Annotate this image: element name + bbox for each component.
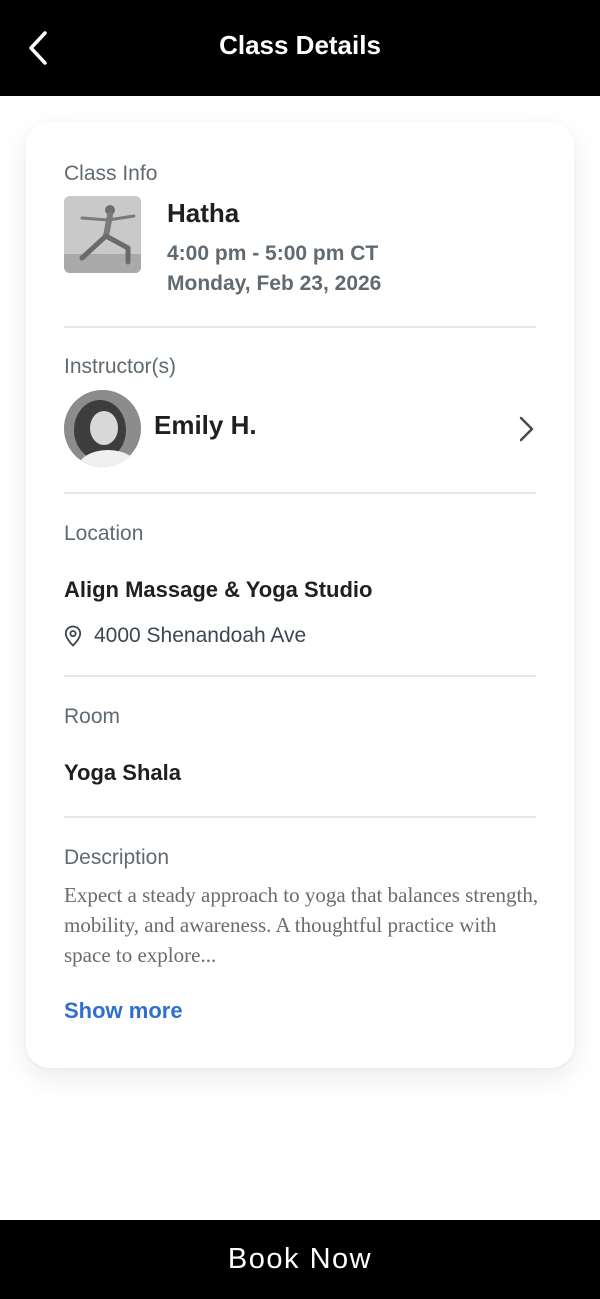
- location-address: 4000 Shenandoah Ave: [94, 624, 307, 647]
- class-date: Monday, Feb 23, 2026: [167, 272, 382, 295]
- room-name: Yoga Shala: [64, 760, 181, 785]
- divider: [64, 816, 536, 818]
- class-time: 4:00 pm - 5:00 pm CT: [167, 242, 379, 265]
- instructor-name: Emily H.: [154, 410, 257, 440]
- book-now-label: Book Now: [227, 1243, 373, 1275]
- divider: [64, 675, 536, 677]
- description-text: Expect a steady approach to yoga that ba…: [64, 883, 539, 967]
- location-label: Location: [64, 522, 144, 545]
- instructor-row[interactable]: Emily H.: [64, 388, 536, 468]
- address-row: 4000 Shenandoah Ave: [64, 622, 306, 650]
- description-label: Description: [64, 846, 170, 869]
- class-info-label: Class Info: [64, 162, 158, 185]
- class-name: Hatha: [167, 198, 240, 228]
- location-name: Align Massage & Yoga Studio: [64, 577, 373, 602]
- chevron-right-icon: [519, 416, 534, 442]
- map-pin-icon: [64, 625, 82, 647]
- instructor-label: Instructor(s): [64, 355, 177, 378]
- avatar: [64, 390, 141, 467]
- top-nav-bar: Class Details: [0, 0, 600, 96]
- class-details-card: Class Info Hatha 4:00 pm - 5:00 pm CT Mo…: [26, 122, 574, 1068]
- class-thumbnail: [64, 196, 141, 273]
- divider: [64, 326, 536, 328]
- room-label: Room: [64, 705, 121, 728]
- page-title: Class Details: [219, 30, 381, 60]
- divider: [64, 492, 536, 494]
- book-now-button[interactable]: Book Now: [0, 1220, 600, 1299]
- show-more-link[interactable]: Show more: [64, 998, 183, 1024]
